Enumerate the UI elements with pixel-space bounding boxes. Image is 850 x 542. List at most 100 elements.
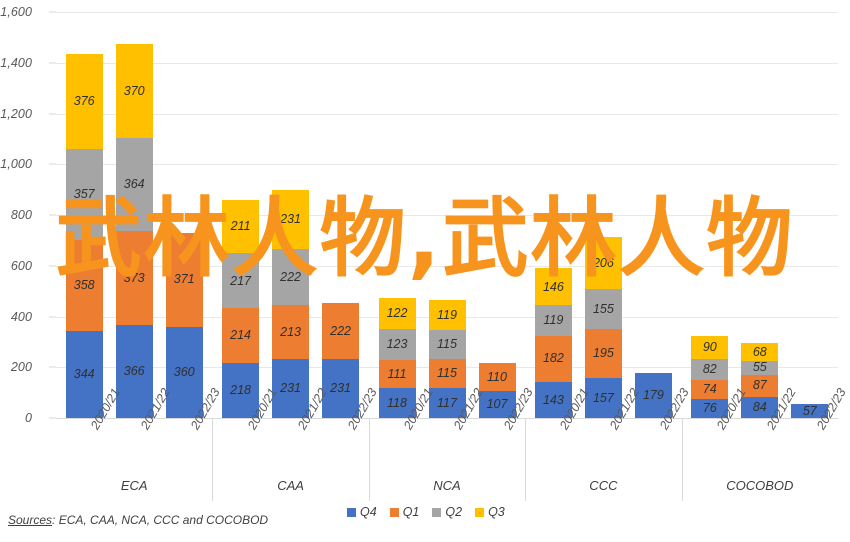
bar-value-label: 68 <box>752 344 767 359</box>
bar-value-label: 211 <box>230 219 251 234</box>
bar-segment-q3[interactable]: 211 <box>222 199 260 254</box>
bar-stack[interactable]: 157 195 155 206 <box>584 237 622 418</box>
bar-stack[interactable]: 143 182 119 146 <box>534 268 572 418</box>
bar-segment-q3[interactable]: 119 <box>428 299 466 330</box>
bar-segment-q1[interactable]: 74 <box>691 379 729 399</box>
bar-value-label: 119 <box>437 307 457 322</box>
group-label-ccc: CCC <box>589 478 618 493</box>
legend-swatch-icon <box>347 507 356 517</box>
bar-segment-q3[interactable]: 122 <box>378 297 416 329</box>
bar-value-label: 231 <box>330 381 352 396</box>
bar-value-label: 366 <box>123 364 145 379</box>
bar-stack[interactable]: 366 373 364 370 <box>115 44 153 418</box>
bar-value-label: 90 <box>702 340 717 355</box>
bar-value-label: 206 <box>592 255 614 270</box>
y-axis-tick-label: 1,600 <box>0 5 32 19</box>
bar-value-label: 195 <box>592 346 614 361</box>
bar-segment-q2[interactable]: 155 <box>584 289 622 329</box>
bar-segment-q1[interactable]: 115 <box>428 359 466 389</box>
bar-segment-q2[interactable]: 119 <box>534 305 572 336</box>
bar-segment-q2[interactable]: 55 <box>741 360 779 375</box>
legend-item-q1[interactable]: Q1 <box>389 505 419 519</box>
bar-segment-q1[interactable]: 214 <box>222 308 260 363</box>
bar-value-label: 57 <box>802 403 817 418</box>
bar-value-label: 371 <box>173 272 195 287</box>
bar-segment-q1[interactable]: 373 <box>115 230 153 326</box>
bar-value-label: 360 <box>173 365 195 380</box>
chart-legend: Q4 Q1 Q2 Q3 <box>347 505 505 519</box>
legend-item-q2[interactable]: Q2 <box>432 505 462 519</box>
stacked-bar-chart: 0 200 400 600 800 1,000 1,200 1,400 1,600 344 358 3… <box>0 0 850 542</box>
bar-value-label: 364 <box>123 177 145 192</box>
bar-segment-q2[interactable]: 364 <box>115 138 153 231</box>
y-axis-tick-label: 800 <box>10 208 32 222</box>
y-axis-tick-mark <box>49 265 56 267</box>
y-axis-tick-mark <box>49 316 56 317</box>
group-separator <box>368 419 370 501</box>
bar-stack[interactable]: 117 115 115 119 <box>428 299 466 418</box>
bar-segment-q2[interactable]: 222 <box>272 249 310 306</box>
bar-value-label: 115 <box>437 366 457 381</box>
bar-segment-q1[interactable]: 111 <box>378 359 416 389</box>
gridline <box>56 215 838 216</box>
bar-segment-q3[interactable]: 370 <box>115 44 153 139</box>
bar-stack[interactable]: 360 371 <box>165 232 203 418</box>
legend-label: Q2 <box>445 505 463 519</box>
bar-stack[interactable]: 231 222 <box>322 303 360 418</box>
bar-segment-q1[interactable]: 182 <box>534 335 572 382</box>
source-text: ECA, CAA, NCA, CCC and COCOBOD <box>58 513 269 527</box>
bar-segment-q4[interactable]: 344 <box>65 330 103 418</box>
bar-segment-q2[interactable]: 82 <box>691 359 729 380</box>
bar-value-label: 123 <box>386 337 408 352</box>
bar-value-label: 217 <box>230 273 252 288</box>
bar-value-label: 222 <box>280 269 302 284</box>
bar-segment-q2[interactable]: 115 <box>428 329 466 360</box>
bar-segment-q1[interactable]: 195 <box>584 328 622 379</box>
bar-segment-q1[interactable]: 110 <box>478 362 516 391</box>
bar-value-label: 222 <box>330 323 352 338</box>
bar-segment-q4[interactable]: 366 <box>115 325 153 418</box>
y-axis-tick-mark <box>49 113 56 114</box>
bar-value-label: 143 <box>542 392 564 407</box>
group-label-cocobod: COCOBOD <box>726 478 794 493</box>
bar-segment-q4[interactable]: 360 <box>165 326 203 418</box>
bar-value-label: 358 <box>73 278 95 293</box>
bar-stack[interactable]: 231 213 222 231 <box>272 190 310 418</box>
legend-item-q3[interactable]: Q3 <box>475 505 505 519</box>
bar-value-label: 344 <box>73 367 95 382</box>
y-axis-tick-mark <box>49 417 56 419</box>
legend-item-q4[interactable]: Q4 <box>347 505 377 519</box>
bar-segment-q2[interactable]: 217 <box>222 253 260 309</box>
bar-stack[interactable]: 76 74 82 90 <box>691 336 729 418</box>
bar-segment-q2[interactable]: 357 <box>65 149 103 240</box>
bar-value-label: 218 <box>230 383 252 398</box>
bar-stack[interactable]: 84 87 55 68 <box>741 343 779 418</box>
bar-segment-q3[interactable]: 231 <box>272 190 310 250</box>
bar-segment-q3[interactable]: 146 <box>534 268 572 306</box>
bar-stack[interactable]: 118 111 123 122 <box>378 297 416 418</box>
bar-value-label: 155 <box>592 301 614 316</box>
bar-segment-q2[interactable]: 123 <box>378 328 416 360</box>
y-axis-tick-label: 0 <box>24 411 32 425</box>
gridline <box>56 113 838 115</box>
bar-segment-q1[interactable]: 222 <box>322 303 360 360</box>
bar-value-label: 157 <box>592 390 614 405</box>
y-axis-tick-label: 1,200 <box>0 106 32 121</box>
legend-label: Q4 <box>360 505 377 519</box>
bar-segment-q1[interactable]: 371 <box>165 232 203 327</box>
bar-segment-q3[interactable]: 376 <box>65 53 103 150</box>
bar-value-label: 87 <box>752 378 767 393</box>
y-axis-tick-mark <box>49 366 56 368</box>
bar-segment-q3[interactable]: 90 <box>691 336 729 360</box>
y-axis-tick-mark <box>49 163 56 165</box>
bar-segment-q3[interactable]: 68 <box>741 343 779 361</box>
bar-value-label: 76 <box>702 401 717 416</box>
bar-segment-q1[interactable]: 358 <box>65 239 103 331</box>
bar-segment-q1[interactable]: 213 <box>272 305 310 360</box>
y-axis-tick-mark <box>49 214 56 216</box>
bar-value-label: 119 <box>543 313 564 328</box>
bar-stack[interactable]: 344 358 357 376 <box>65 53 103 418</box>
bar-segment-q3[interactable]: 206 <box>584 237 622 290</box>
bar-value-label: 213 <box>280 325 302 340</box>
bar-stack[interactable]: 218 214 217 211 <box>222 199 260 418</box>
